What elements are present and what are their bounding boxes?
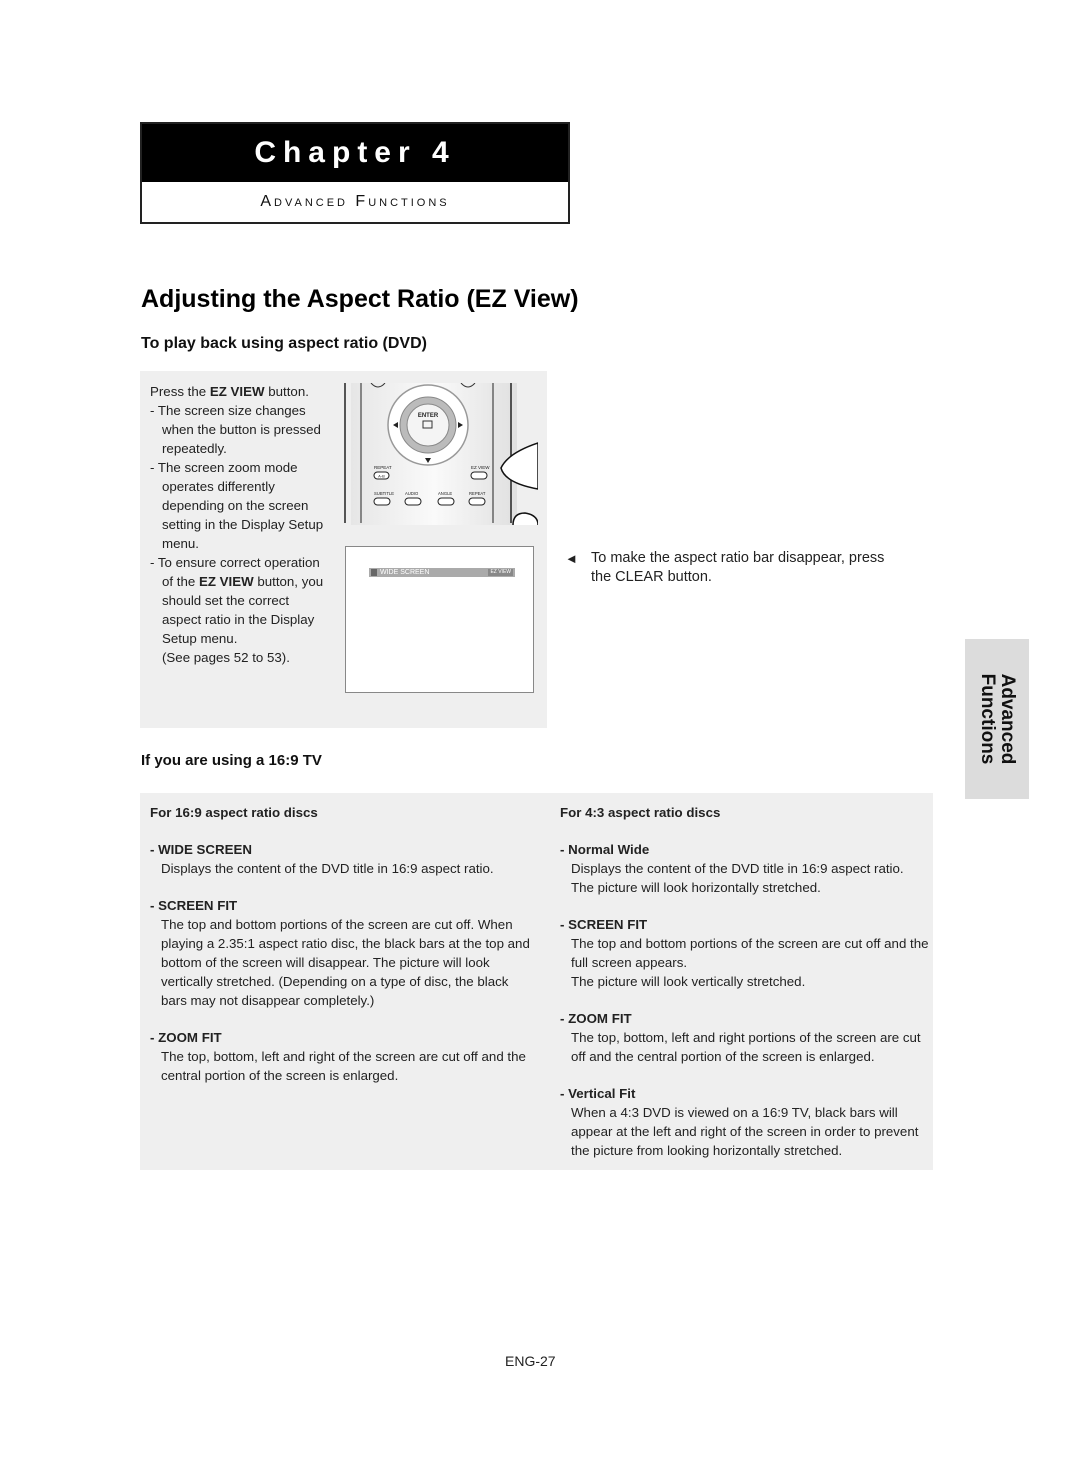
ez-view-key: EZ VIEW — [209, 384, 265, 399]
mode-desc: Displays the content of the DVD title in… — [571, 861, 904, 876]
repeat-button — [468, 497, 486, 506]
side-tab-line2: Functions — [977, 673, 998, 765]
audio-button — [404, 497, 422, 506]
mode-item: - ZOOM FIT The top, bottom, left and rig… — [560, 1009, 930, 1066]
mode-title: - ZOOM FIT — [150, 1030, 222, 1045]
clear-note: ◄ To make the aspect ratio bar disappear… — [565, 549, 895, 587]
svg-text:EZ VIEW: EZ VIEW — [471, 465, 490, 470]
enter-label: ENTER — [418, 413, 439, 419]
clear-note-text: To make the aspect ratio bar disappear, … — [591, 550, 885, 585]
osd-ez-view-badge: EZ VIEW — [488, 569, 513, 576]
mode-title: - Normal Wide — [560, 842, 650, 857]
osd-aspect-bar: WIDE SCREEN EZ VIEW — [369, 568, 515, 577]
mode-item: - SCREEN FIT The top and bottom portions… — [560, 915, 930, 991]
aspect-modes-panel: For 16:9 aspect ratio discs - WIDE SCREE… — [140, 793, 933, 1170]
mode-title: - ZOOM FIT — [560, 1011, 632, 1026]
step-note: - To ensure correct operation of the EZ … — [150, 555, 324, 646]
page-title: Adjusting the Aspect Ratio (EZ View) — [141, 285, 579, 313]
step-instructions: Press the EZ VIEW button. - The screen s… — [150, 382, 325, 667]
svg-text:A-B: A-B — [378, 474, 385, 479]
section-heading-169: If you are using a 16:9 TV — [141, 752, 322, 769]
mode-title: - WIDE SCREEN — [150, 842, 252, 857]
section-heading-dvd: To play back using aspect ratio (DVD) — [141, 335, 427, 352]
mode-item: - ZOOM FIT The top, bottom, left and rig… — [150, 1028, 530, 1085]
page-number: ENG-27 — [505, 1353, 556, 1369]
mode-desc: The picture will look horizontally stret… — [571, 880, 821, 895]
remote-control-illustration: ENTER REPEAT A-B EZ VIEW SUBTITLE AUDIO … — [343, 383, 538, 525]
svg-text:ANGLE: ANGLE — [438, 491, 452, 496]
svg-text:REPEAT: REPEAT — [469, 491, 486, 496]
tv-screen-preview: WIDE SCREEN EZ VIEW — [345, 546, 534, 693]
mode-title: - SCREEN FIT — [150, 898, 238, 913]
col-43-discs: For 4:3 aspect ratio discs - Normal Wide… — [560, 803, 930, 1178]
mode-desc: The top and bottom portions of the scree… — [161, 917, 530, 1008]
svg-text:SUBTITLE: SUBTITLE — [374, 491, 394, 496]
chapter-header: Chapter 4 Advanced Functions — [140, 122, 570, 224]
osd-mode-label: WIDE SCREEN — [380, 569, 430, 576]
mode-item: - Vertical Fit When a 4:3 DVD is viewed … — [560, 1084, 930, 1160]
mode-title: - Vertical Fit — [560, 1086, 636, 1101]
mode-item: - Normal Wide Displays the content of th… — [560, 840, 930, 897]
mode-desc: The picture will look vertically stretch… — [571, 974, 806, 989]
mode-desc: The top, bottom, left and right of the s… — [161, 1049, 526, 1083]
col-169-discs: For 16:9 aspect ratio discs - WIDE SCREE… — [150, 803, 530, 1103]
svg-text:REPEAT: REPEAT — [374, 465, 392, 470]
col-heading: For 16:9 aspect ratio discs — [150, 805, 318, 820]
mode-desc: Displays the content of the DVD title in… — [161, 861, 494, 876]
step-note: - The screen size changes when the butto… — [150, 403, 321, 456]
step-main: Press the EZ VIEW button. — [150, 384, 309, 399]
chapter-title: Chapter 4 — [142, 124, 568, 182]
svg-text:AUDIO: AUDIO — [405, 491, 419, 496]
angle-button — [437, 497, 455, 506]
side-tab-line1: Advanced — [997, 673, 1018, 765]
mode-desc: The top and bottom portions of the scree… — [571, 936, 929, 970]
mode-item: - SCREEN FIT The top and bottom portions… — [150, 896, 530, 1010]
mode-desc: The top, bottom, left and right portions… — [571, 1030, 921, 1064]
mode-desc: When a 4:3 DVD is viewed on a 16:9 TV, b… — [571, 1105, 919, 1158]
page-reference: (See pages 52 to 53). — [162, 650, 290, 665]
chapter-subtitle: Advanced Functions — [260, 193, 450, 210]
mode-item: - WIDE SCREEN Displays the content of th… — [150, 840, 530, 878]
ez-view-button — [470, 471, 488, 480]
mode-title: - SCREEN FIT — [560, 917, 648, 932]
subtitle-button — [373, 497, 391, 506]
col-heading: For 4:3 aspect ratio discs — [560, 805, 721, 820]
side-tab-advanced-functions: Advanced Functions — [965, 639, 1029, 799]
osd-screen-icon — [371, 569, 377, 576]
left-pointer-icon: ◄ — [565, 551, 578, 566]
step-note: - The screen zoom mode operates differen… — [150, 460, 324, 551]
